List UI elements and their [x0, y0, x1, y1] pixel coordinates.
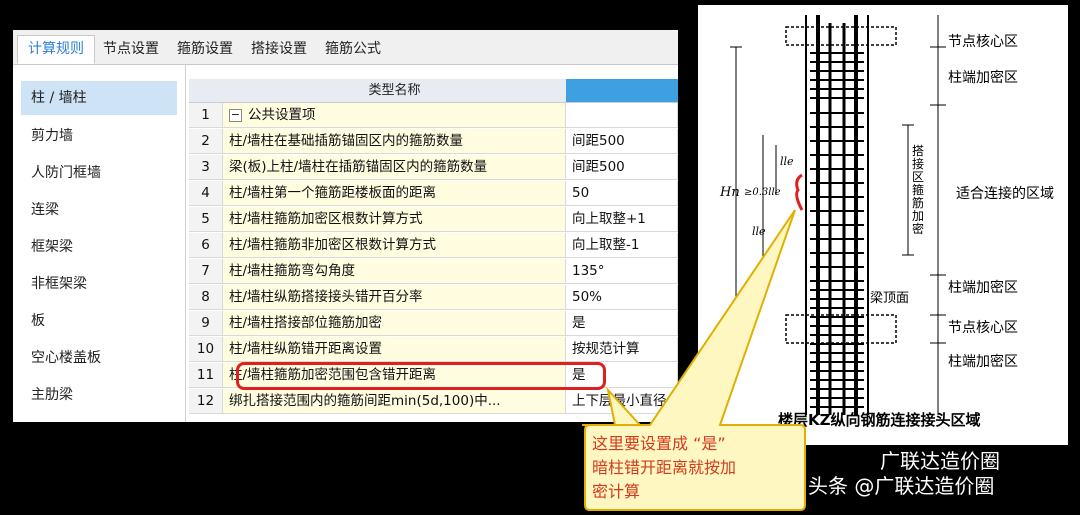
- callout-shape: [582, 209, 806, 511]
- callout-text: 这里要设置成 “是” 暗柱错开距离就按加 密计算: [592, 432, 788, 504]
- callout-line-2: 暗柱错开距离就按加: [592, 458, 737, 477]
- callout-line-3: 密计算: [592, 482, 641, 501]
- callout: 这里要设置成 “是” 暗柱错开距离就按加 密计算: [0, 0, 1080, 515]
- callout-line-1: 这里要设置成 “是”: [592, 434, 726, 453]
- watermark-main: 头条 @广联达造价圈: [808, 474, 995, 498]
